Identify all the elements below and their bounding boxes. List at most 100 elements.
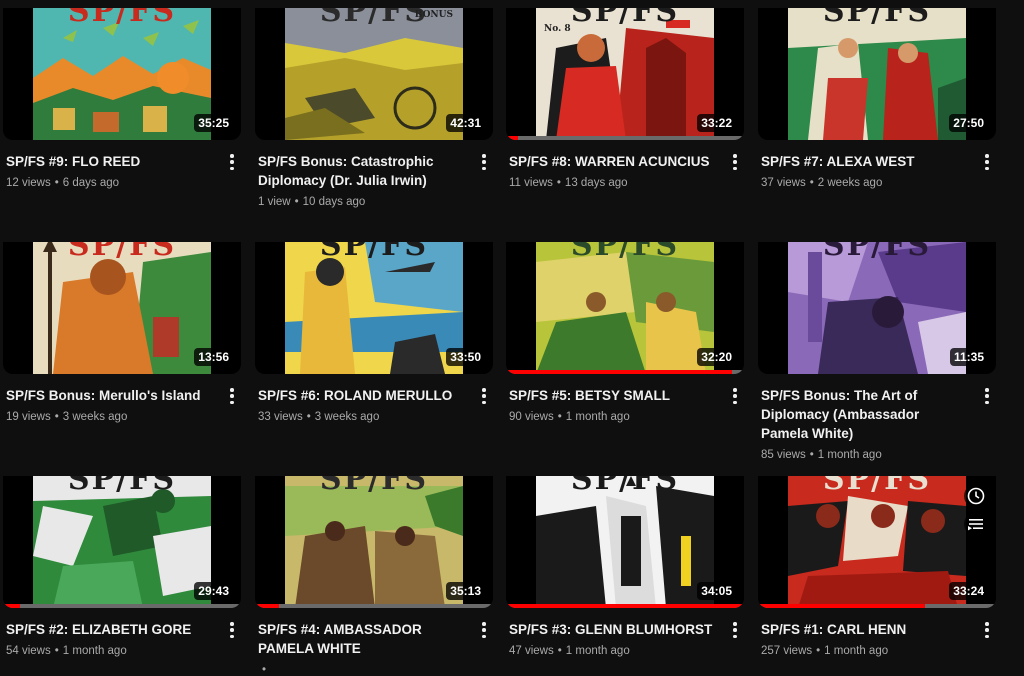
view-count: 33 views — [258, 411, 303, 423]
video-card[interactable]: SP/FS 33:24 SP/FS #1: CARL HENN 257 view… — [758, 476, 996, 657]
video-stats: 11 views • 13 days ago — [509, 177, 628, 189]
video-stats: 37 views • 2 weeks ago — [761, 177, 883, 189]
video-card[interactable]: SP/FS 29:43 SP/FS #2: ELIZABETH GORE 54 … — [3, 476, 241, 657]
thumbnail-art: SP/FS — [285, 476, 463, 608]
video-card[interactable]: SP/FS 33:50 SP/FS #6: ROLAND MERULLO 33 … — [255, 242, 493, 423]
hover-actions — [964, 484, 988, 540]
video-thumbnail[interactable]: SP/FS 11:35 — [758, 242, 996, 374]
upload-age: 1 month ago — [824, 645, 889, 657]
video-title[interactable]: SP/FS Bonus: Merullo's Island — [6, 386, 213, 405]
video-stats: 47 views • 1 month ago — [509, 645, 630, 657]
video-grid: SP/FS 35:25 SP/FS #9: FLO REED 12 views •… — [0, 0, 1024, 676]
more-options-icon[interactable] — [982, 620, 992, 640]
video-card[interactable]: SP/FS 35:25 SP/FS #9: FLO REED 12 views •… — [3, 8, 241, 189]
video-title[interactable]: SP/FS #4: AMBASSADOR PAMELA WHITE — [258, 620, 465, 658]
video-card[interactable]: SP/FS 32:20 SP/FS #5: BETSY SMALL 90 vie… — [506, 242, 744, 423]
thumbnail-masthead: SP/FS — [67, 476, 177, 497]
duration-badge: 35:25 — [194, 114, 233, 132]
upload-age: 1 month ago — [565, 411, 630, 423]
video-stats: 85 views • 1 month ago — [761, 449, 882, 461]
more-options-icon[interactable] — [479, 152, 489, 172]
thumbnail-art: SP/FS — [788, 8, 966, 140]
add-to-queue-icon[interactable] — [964, 512, 988, 536]
video-card[interactable]: SP/FS 11:35 SP/FS Bonus: The Art of Dipl… — [758, 242, 996, 461]
video-thumbnail[interactable]: SP/FS 35:25 — [3, 8, 241, 140]
thumbnail-art: SP/FS — [536, 476, 714, 608]
video-thumbnail[interactable]: SP/FS 34:05 — [506, 476, 744, 608]
view-count: 1 view — [258, 196, 291, 208]
more-options-icon[interactable] — [227, 620, 237, 640]
more-options-icon[interactable] — [730, 620, 740, 640]
video-stats: 90 views • 1 month ago — [509, 411, 630, 423]
video-thumbnail[interactable]: SP/FS 33:24 — [758, 476, 996, 608]
more-options-icon[interactable] — [227, 386, 237, 406]
video-card[interactable]: SP/FS 13:56 SP/FS Bonus: Merullo's Islan… — [3, 242, 241, 423]
upload-age: 10 days ago — [302, 196, 366, 208]
video-thumbnail[interactable]: SP/FS 13:56 — [3, 242, 241, 374]
thumbnail-art: SP/FS BONUS — [285, 8, 463, 140]
thumbnail-art: SP/FS — [33, 242, 211, 374]
video-stats: 19 views • 3 weeks ago — [6, 411, 128, 423]
duration-badge: 29:43 — [194, 582, 233, 600]
thumbnail-art: SP/FS — [788, 242, 966, 374]
video-title[interactable]: SP/FS #6: ROLAND MERULLO — [258, 386, 465, 405]
duration-badge: 35:13 — [446, 582, 485, 600]
thumbnail-masthead: SP/FS — [570, 476, 680, 497]
video-title[interactable]: SP/FS #2: ELIZABETH GORE — [6, 620, 213, 639]
upload-age: 6 days ago — [62, 177, 120, 189]
video-thumbnail[interactable]: SP/FS 33:50 — [255, 242, 493, 374]
video-stats: 257 views • 1 month ago — [761, 645, 889, 657]
video-title[interactable]: SP/FS #9: FLO REED — [6, 152, 213, 171]
upload-age: 1 month ago — [62, 645, 127, 657]
more-options-icon[interactable] — [227, 152, 237, 172]
thumbnail-art: SP/FS — [33, 8, 211, 140]
thumbnail-art: SP/FS — [33, 476, 211, 608]
video-stats: 12 views • 6 days ago — [6, 177, 120, 189]
video-title[interactable]: SP/FS Bonus: Catastrophic Diplomacy (Dr.… — [258, 152, 465, 190]
video-card[interactable]: SP/FS No. 8 33:22 SP/FS #8: WARREN ACUNC… — [506, 8, 744, 189]
upload-age: 1 month ago — [565, 645, 630, 657]
view-count: 54 views — [6, 645, 51, 657]
thumbnail-art: SP/FS — [788, 476, 966, 608]
video-stats: 33 views • 3 weeks ago — [258, 411, 380, 423]
video-thumbnail[interactable]: SP/FS 27:50 — [758, 8, 996, 140]
upload-age: 3 weeks ago — [62, 411, 128, 423]
more-options-icon[interactable] — [982, 386, 992, 406]
more-options-icon[interactable] — [982, 152, 992, 172]
video-thumbnail[interactable]: SP/FS No. 8 33:22 — [506, 8, 744, 140]
view-count: 11 views — [509, 177, 553, 189]
video-title[interactable]: SP/FS #8: WARREN ACUNCIUS — [509, 152, 716, 171]
thumbnail-art: SP/FS No. 8 — [536, 8, 714, 140]
video-card[interactable]: SP/FS 35:13 SP/FS #4: AMBASSADOR PAMELA … — [255, 476, 493, 676]
thumbnail-masthead: SP/FS — [570, 242, 680, 263]
video-thumbnail[interactable]: SP/FS BONUS 42:31 — [255, 8, 493, 140]
video-card[interactable]: SP/FS 27:50 SP/FS #7: ALEXA WEST 37 view… — [758, 8, 996, 189]
duration-badge: 33:22 — [697, 114, 736, 132]
duration-badge: 42:31 — [446, 114, 485, 132]
video-title[interactable]: SP/FS #1: CARL HENN — [761, 620, 968, 639]
duration-badge: 27:50 — [949, 114, 988, 132]
more-options-icon[interactable] — [730, 152, 740, 172]
video-stats: • — [262, 664, 267, 676]
duration-badge: 13:56 — [194, 348, 233, 366]
video-card[interactable]: SP/FS BONUS 42:31 SP/FS Bonus: Catastrop… — [255, 8, 493, 208]
video-title[interactable]: SP/FS Bonus: The Art of Diplomacy (Ambas… — [761, 386, 968, 443]
duration-badge: 34:05 — [697, 582, 736, 600]
video-thumbnail[interactable]: SP/FS 29:43 — [3, 476, 241, 608]
more-options-icon[interactable] — [730, 386, 740, 406]
video-card[interactable]: SP/FS 34:05 SP/FS #3: GLENN BLUMHORST 47… — [506, 476, 744, 657]
clock-icon[interactable] — [964, 484, 988, 508]
thumbnail-subtitle: BONUS — [414, 10, 453, 20]
video-title[interactable]: SP/FS #5: BETSY SMALL — [509, 386, 716, 405]
duration-badge: 33:50 — [446, 348, 485, 366]
video-title[interactable]: SP/FS #7: ALEXA WEST — [761, 152, 968, 171]
upload-age: 1 month ago — [817, 449, 882, 461]
thumbnail-masthead: SP/FS — [822, 8, 932, 29]
more-options-icon[interactable] — [479, 620, 489, 640]
video-title[interactable]: SP/FS #3: GLENN BLUMHORST — [509, 620, 716, 639]
video-thumbnail[interactable]: SP/FS 35:13 — [255, 476, 493, 608]
view-count: 37 views — [761, 177, 806, 189]
more-options-icon[interactable] — [479, 386, 489, 406]
video-thumbnail[interactable]: SP/FS 32:20 — [506, 242, 744, 374]
upload-age: 3 weeks ago — [314, 411, 380, 423]
